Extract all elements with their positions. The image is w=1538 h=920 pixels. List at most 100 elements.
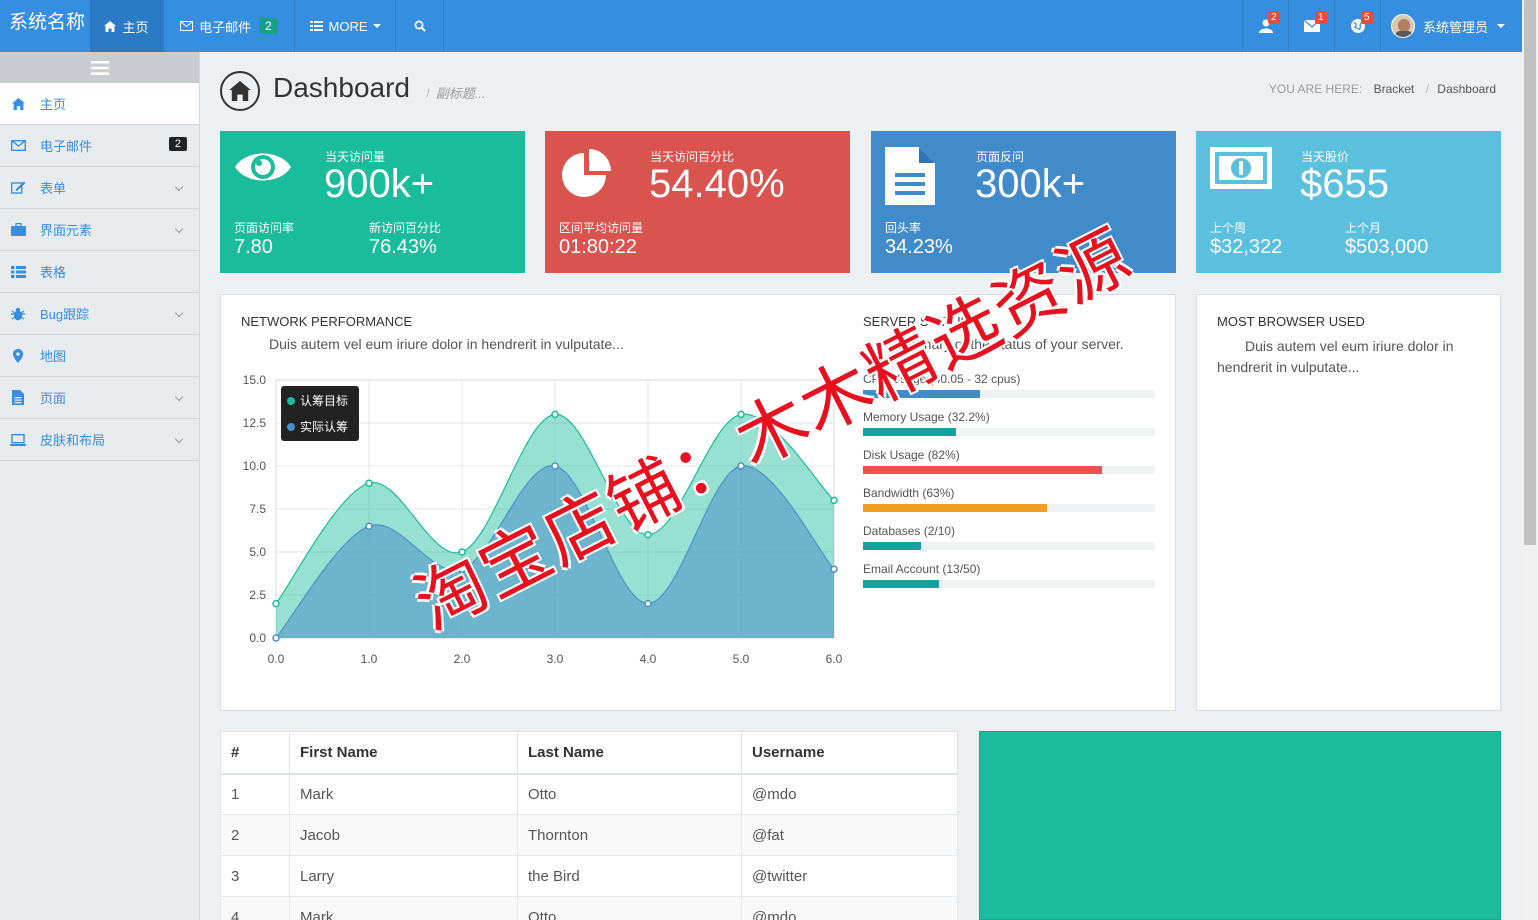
progress-fill (863, 504, 1047, 512)
sidebar-item-label: 页面 (40, 391, 67, 406)
stat-sub-label: 新访问百分比 (369, 221, 442, 235)
nav-more-label: MORE (328, 18, 368, 34)
nav-home-label: 主页 (122, 19, 149, 35)
table-header-username[interactable]: Username (741, 731, 958, 775)
sidebar-item-maps[interactable]: 地图 (0, 335, 199, 377)
breadcrumb-link-bracket[interactable]: Bracket (1374, 82, 1415, 96)
stat-sub-value: 01:80:22 (559, 236, 637, 258)
table-row[interactable]: 1 Mark Otto @mdo (220, 773, 958, 815)
data-point (644, 599, 652, 608)
stat-sub-value: $32,322 (1210, 236, 1283, 258)
file-icon (10, 390, 26, 406)
table-cell: Larry (289, 855, 518, 897)
server-row-label: Bandwidth (63%) (863, 486, 955, 500)
envelope-icon (10, 138, 26, 154)
table-cell: 1 (220, 773, 290, 815)
table-cell: @mdo (741, 896, 958, 920)
hamburger-icon (90, 60, 109, 75)
page-scrollbar[interactable] (1522, 0, 1538, 920)
nav-home[interactable]: 主页 (90, 0, 164, 52)
stat-sub-label: 上个月 (1345, 221, 1382, 235)
nav-email[interactable]: 电子邮件 2 (164, 0, 295, 52)
y-tick-label: 7.5 (249, 502, 266, 516)
page-subtitle: / 副标题... (426, 86, 486, 101)
data-point (551, 410, 559, 419)
y-tick-label: 0.0 (249, 631, 266, 645)
sidebar-item-label: 界面元素 (40, 223, 93, 238)
caret-down-icon (372, 24, 381, 28)
avatar (1391, 14, 1415, 38)
scrollbar-thumb[interactable] (1524, 0, 1536, 545)
x-tick-label: 4.0 (640, 652, 657, 666)
user-menu[interactable]: 系统管理员 (1380, 0, 1522, 52)
sidebar-item-label: 表格 (40, 265, 67, 280)
users-table: # First Name Last Name Username 1 Mark O… (220, 731, 958, 920)
table-header-last-name[interactable]: Last Name (517, 731, 742, 775)
stat-sub-value: 76.43% (369, 236, 437, 258)
y-tick-label: 5.0 (249, 545, 266, 559)
sidebar-item-skins-layout[interactable]: 皮肤和布局 (0, 419, 199, 461)
table-cell: 3 (220, 855, 290, 897)
server-row-memory: Memory Usage (32.2%) (863, 410, 1155, 436)
nav-mail[interactable]: 1 (1288, 0, 1334, 52)
sidebar-item-forms[interactable]: 表单 (0, 167, 199, 209)
legend-swatch (287, 423, 295, 431)
nav-alerts[interactable]: 5 (1334, 0, 1380, 52)
sidebar-toggle[interactable] (0, 52, 199, 83)
sidebar-item-bug-tracker[interactable]: Bug跟踪 (0, 293, 199, 335)
chevron-down-icon (174, 434, 184, 444)
stat-sub-label: 上个周 (1210, 221, 1247, 235)
sidebar-item-email[interactable]: 电子邮件 2 (0, 125, 199, 167)
table-row[interactable]: 3 Larry the Bird @twitter (220, 855, 958, 897)
stat-box-stock-price: 当天股价 $655 上个周 $32,322 上个月 $503,000 (1196, 131, 1501, 273)
sidebar-item-tables[interactable]: 表格 (0, 251, 199, 293)
green-widget-panel (979, 731, 1501, 920)
stat-sub-value: 34.23% (885, 236, 953, 258)
progress-fill (863, 580, 939, 588)
brand-logo[interactable]: 系统名称 (0, 0, 90, 52)
stat-sub-label: 区间平均访问量 (559, 221, 644, 235)
nav-email-badge: 2 (259, 18, 278, 34)
table-cell: Jacob (289, 814, 518, 856)
stat-value: 300k+ (975, 162, 1086, 206)
sidebar-item-ui-elements[interactable]: 界面元素 (0, 209, 199, 251)
table-row[interactable]: 4 Mark Otto @mdo (220, 896, 958, 920)
table-cell: Mark (289, 773, 518, 815)
table-header-index[interactable]: # (220, 731, 290, 775)
stat-sub-label: 页面访问率 (234, 221, 295, 235)
server-row-email-account: Email Account (13/50) (863, 562, 1155, 588)
sidebar-item-label: 皮肤和布局 (40, 433, 106, 448)
y-tick-label: 10.0 (243, 459, 267, 473)
table-cell: @mdo (741, 773, 958, 815)
sidebar-email-badge: 2 (168, 137, 187, 151)
x-tick-label: 3.0 (547, 652, 564, 666)
server-row-label: Memory Usage (32.2%) (863, 410, 990, 424)
nav-search[interactable] (396, 0, 444, 52)
sidebar-item-pages[interactable]: 页面 (0, 377, 199, 419)
home-icon (10, 96, 26, 112)
nav-email-label: 电子邮件 (199, 19, 252, 35)
server-row-disk: Disk Usage (82%) (863, 448, 1155, 474)
table-header-row: # First Name Last Name Username (220, 731, 958, 775)
server-row-label: Disk Usage (82%) (863, 448, 960, 462)
sidebar-item-label: 主页 (40, 97, 67, 112)
table-header-first-name[interactable]: First Name (289, 731, 518, 775)
sidebar-item-home[interactable]: 主页 (0, 83, 199, 125)
laptop-icon (10, 432, 26, 448)
table-cell: 2 (220, 814, 290, 856)
list-icon (309, 21, 323, 31)
page-subtitle-text: 副标题... (435, 86, 486, 101)
table-row[interactable]: 2 Jacob Thornton @fat (220, 814, 958, 856)
server-row-databases: Databases (2/10) (863, 524, 1155, 550)
legend-label: 实际认筹 (300, 419, 348, 434)
progress-fill (863, 428, 957, 436)
network-title: NETWORK PERFORMANCE (241, 314, 413, 329)
nav-more[interactable]: MORE (295, 0, 396, 52)
search-icon (414, 20, 426, 32)
breadcrumb-prefix: YOU ARE HERE: (1268, 82, 1363, 96)
y-tick-label: 2.5 (249, 588, 266, 602)
stat-sub-value: $503,000 (1345, 236, 1429, 258)
pie-chart-icon (559, 147, 617, 206)
nav-users[interactable]: 2 (1242, 0, 1288, 52)
bug-icon (10, 306, 26, 322)
